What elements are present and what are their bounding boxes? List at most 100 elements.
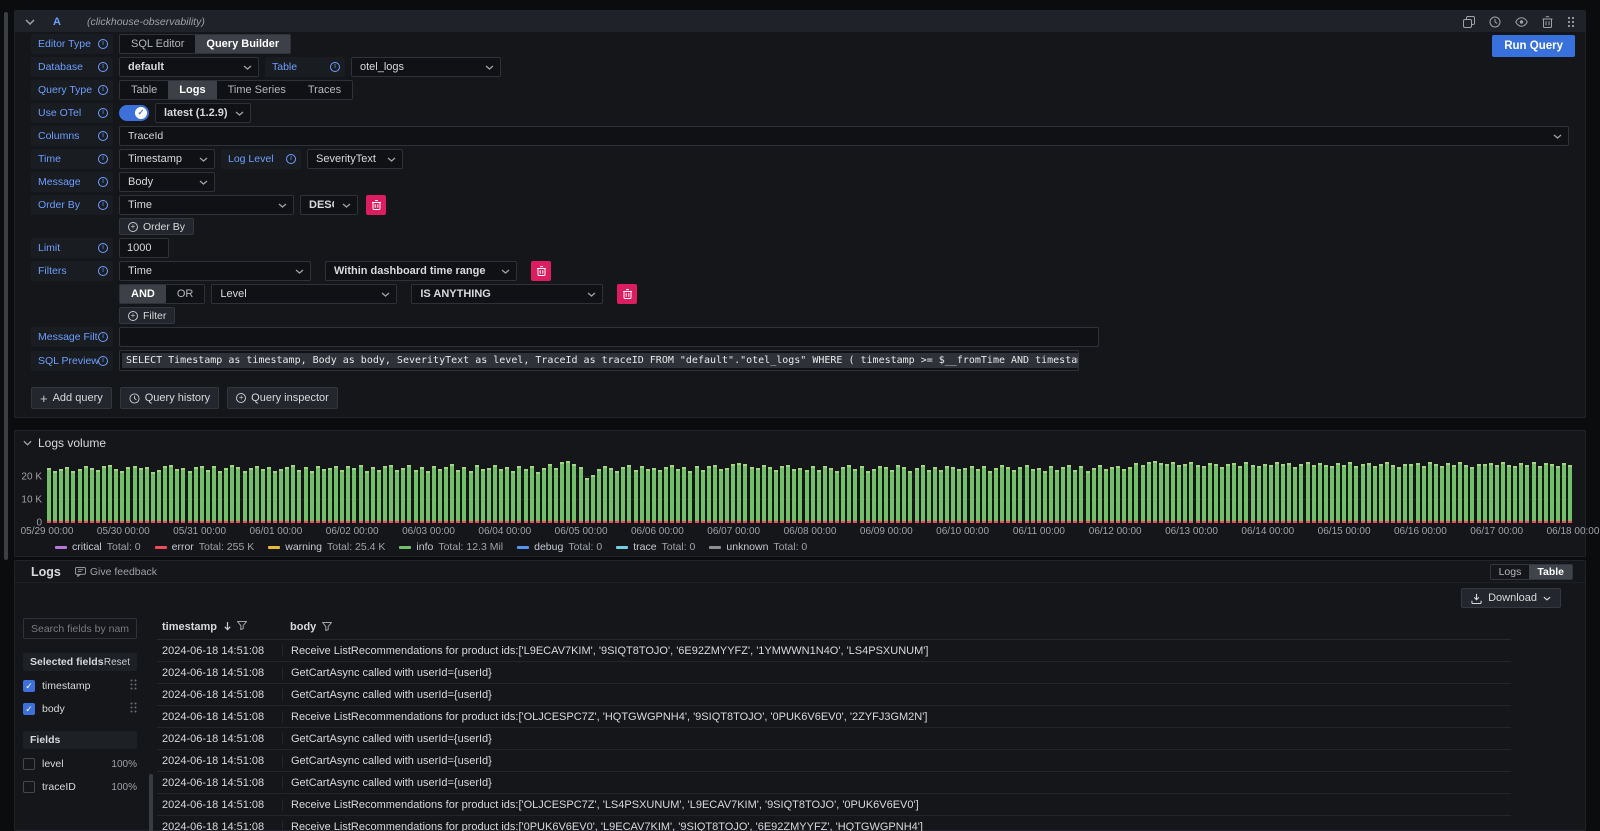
sort-desc-icon[interactable]	[223, 621, 232, 631]
filter-operator-or[interactable]: OR	[166, 285, 205, 303]
time-column-select[interactable]: Timestamp	[119, 149, 215, 169]
add-filter-button[interactable]: Filter	[119, 307, 175, 324]
remove-order-by-button[interactable]	[366, 195, 386, 215]
info-icon[interactable]	[286, 154, 296, 164]
info-icon[interactable]	[98, 243, 108, 253]
query-history-button[interactable]: Query history	[120, 387, 219, 409]
filter1-value-select[interactable]: Within dashboard time range	[325, 261, 517, 281]
info-icon[interactable]	[98, 266, 108, 276]
query-ref-id: A	[53, 16, 61, 28]
columns-multiselect[interactable]: TraceId	[119, 126, 1569, 146]
legend-item-unknown[interactable]: unknownTotal: 0	[709, 541, 807, 553]
legend-item-debug[interactable]: debugTotal: 0	[517, 541, 602, 553]
duplicate-query-icon[interactable]	[1463, 16, 1475, 28]
add-query-button[interactable]: +Add query	[31, 387, 112, 409]
drag-handle-icon[interactable]	[130, 679, 137, 693]
filter-funnel-icon[interactable]	[322, 622, 332, 631]
reset-fields-link[interactable]: Reset	[104, 657, 130, 668]
table-select[interactable]: otel_logs	[351, 57, 501, 77]
legend-item-warning[interactable]: warningTotal: 25.4 K	[268, 541, 385, 553]
drag-handle-icon[interactable]	[130, 702, 137, 716]
message-column-select[interactable]: Body	[119, 172, 215, 192]
checkbox-unchecked[interactable]	[23, 781, 35, 793]
field-traceID[interactable]: traceID100%	[23, 779, 137, 795]
label-limit: Limit	[31, 238, 113, 258]
query-history-icon[interactable]	[1489, 16, 1501, 28]
log-table-row[interactable]: 2024-06-18 14:51:08GetCartAsync called w…	[157, 684, 1511, 706]
log-level-column-select[interactable]: SeverityText	[307, 149, 403, 169]
logs-volume-header[interactable]: Logs volume	[15, 431, 1585, 450]
collapse-query-icon[interactable]	[25, 19, 35, 25]
query-row-header[interactable]: A (clickhouse-observability)	[15, 11, 1585, 32]
info-icon[interactable]	[98, 200, 108, 210]
legend-item-trace[interactable]: traceTotal: 0	[616, 541, 695, 553]
use-otel-toggle[interactable]	[119, 105, 149, 121]
remove-query-trash-icon[interactable]	[1542, 16, 1553, 28]
add-order-by-button[interactable]: Order By	[119, 218, 194, 235]
drag-handle-icon[interactable]	[1567, 16, 1575, 28]
legend-item-error[interactable]: errorTotal: 255 K	[155, 541, 255, 553]
info-icon[interactable]	[98, 85, 108, 95]
log-table-row[interactable]: 2024-06-18 14:51:08GetCartAsync called w…	[157, 772, 1511, 794]
log-table-row[interactable]: 2024-06-18 14:51:08Receive ListRecommend…	[157, 706, 1511, 728]
filter1-field-select[interactable]: Time	[119, 261, 311, 281]
volume-bar	[1189, 462, 1193, 523]
filter-operator-and[interactable]: AND	[120, 285, 166, 303]
log-table-row[interactable]: 2024-06-18 14:51:08Receive ListRecommend…	[157, 640, 1511, 662]
query-type-traces[interactable]: Traces	[297, 81, 352, 99]
info-icon[interactable]	[98, 108, 108, 118]
order-by-field-select[interactable]: Time	[119, 195, 294, 215]
y-tick-20k: 20 K	[21, 472, 42, 483]
filter2-value-select[interactable]: IS ANYTHING	[411, 284, 603, 304]
query-inspector-button[interactable]: Query inspector	[227, 387, 338, 409]
field-level[interactable]: level100%	[23, 756, 137, 772]
log-table-row[interactable]: 2024-06-18 14:51:08GetCartAsync called w…	[157, 662, 1511, 684]
give-feedback-link[interactable]: Give feedback	[75, 566, 157, 578]
query-type-time-series[interactable]: Time Series	[217, 81, 297, 99]
column-header-body[interactable]: body	[282, 621, 1511, 633]
selected-field-body[interactable]: body	[23, 701, 137, 717]
order-by-direction-select[interactable]: DESC	[300, 195, 358, 215]
info-icon[interactable]	[98, 332, 108, 342]
remove-filter1-button[interactable]	[531, 261, 551, 281]
sidebar-scrollbar[interactable]	[149, 774, 153, 831]
info-icon[interactable]	[98, 39, 108, 49]
query-type-logs[interactable]: Logs	[168, 81, 216, 99]
log-table-row[interactable]: 2024-06-18 14:51:08Receive ListRecommend…	[157, 794, 1511, 816]
message-filter-input[interactable]	[119, 327, 1099, 347]
selected-field-timestamp[interactable]: timestamp	[23, 678, 137, 694]
checkbox-unchecked[interactable]	[23, 758, 35, 770]
remove-filter2-button[interactable]	[617, 284, 637, 304]
log-table-row[interactable]: 2024-06-18 14:51:08GetCartAsync called w…	[157, 750, 1511, 772]
limit-input[interactable]	[119, 238, 169, 258]
page-scrollbar[interactable]	[4, 12, 8, 560]
query-type-table[interactable]: Table	[120, 81, 168, 99]
filter2-field-select[interactable]: Level	[211, 284, 397, 304]
info-icon[interactable]	[98, 154, 108, 164]
info-icon[interactable]	[98, 62, 108, 72]
hide-response-eye-icon[interactable]	[1515, 17, 1528, 27]
view-toggle-logs[interactable]: Logs	[1491, 565, 1530, 579]
editor-type-query-builder[interactable]: Query Builder	[195, 35, 290, 53]
volume-bar	[1269, 465, 1273, 523]
checkbox-checked[interactable]	[23, 703, 35, 715]
filter-funnel-icon[interactable]	[237, 621, 247, 631]
legend-item-critical[interactable]: criticalTotal: 0	[55, 541, 141, 553]
run-query-button[interactable]: Run Query	[1492, 35, 1575, 57]
search-fields-input[interactable]	[23, 618, 137, 639]
info-icon[interactable]	[98, 131, 108, 141]
editor-type-sql-editor[interactable]: SQL Editor	[120, 35, 195, 53]
volume-bar	[1354, 466, 1358, 523]
log-table-row[interactable]: 2024-06-18 14:51:08Receive ListRecommend…	[157, 816, 1511, 831]
info-icon[interactable]	[98, 356, 108, 366]
download-button[interactable]: Download	[1461, 588, 1561, 608]
database-select[interactable]: default	[119, 57, 259, 77]
checkbox-checked[interactable]	[23, 680, 35, 692]
info-icon[interactable]	[330, 62, 340, 72]
legend-item-info[interactable]: infoTotal: 12.3 Mil	[399, 541, 503, 553]
info-icon[interactable]	[98, 177, 108, 187]
otel-version-select[interactable]: latest (1.2.9)	[155, 103, 251, 123]
log-table-row[interactable]: 2024-06-18 14:51:08GetCartAsync called w…	[157, 728, 1511, 750]
view-toggle-table[interactable]: Table	[1529, 565, 1572, 579]
column-header-timestamp[interactable]: timestamp	[157, 621, 282, 633]
